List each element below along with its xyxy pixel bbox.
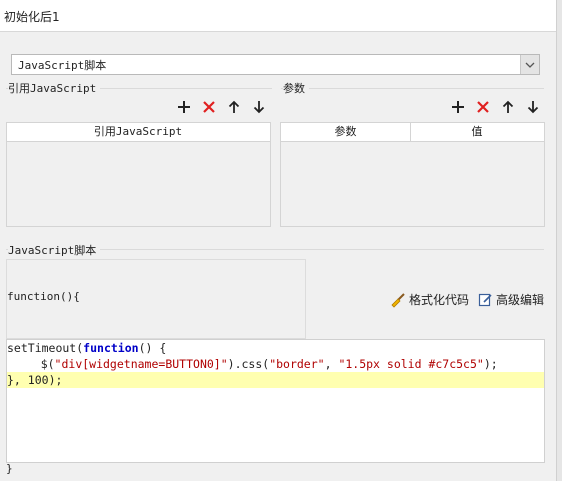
code-line-2: $("div[widgetname=BUTTON0]").css("border… — [13, 357, 498, 371]
move-up-ref-button[interactable] — [225, 98, 243, 116]
move-up-param-button[interactable] — [499, 98, 517, 116]
arrow-up-icon — [228, 100, 240, 113]
script-label: JavaScript脚本 — [8, 242, 101, 258]
add-ref-button[interactable] — [175, 98, 193, 116]
delete-ref-button[interactable] — [200, 98, 218, 116]
title-bar: 初始化后1 — [0, 0, 556, 32]
chevron-down-icon[interactable] — [520, 55, 539, 74]
ref-js-table[interactable]: 引用JavaScript — [6, 122, 271, 227]
broom-icon — [391, 292, 405, 308]
ref-js-label: 引用JavaScript — [8, 80, 101, 96]
plus-icon — [452, 101, 464, 113]
function-header: function(){ — [7, 290, 80, 303]
params-label: 参数 — [283, 80, 309, 96]
table-header: 参数 值 — [281, 123, 544, 142]
add-param-button[interactable] — [449, 98, 467, 116]
advanced-edit-button[interactable]: 高级编辑 — [478, 291, 544, 308]
move-down-param-button[interactable] — [524, 98, 542, 116]
scrollbar[interactable] — [556, 0, 562, 481]
edit-icon — [478, 293, 492, 307]
window-title: 初始化后1 — [4, 10, 60, 24]
column-header[interactable]: 引用JavaScript — [7, 123, 269, 141]
params-table[interactable]: 参数 值 — [280, 122, 545, 227]
param-name-header[interactable]: 参数 — [281, 123, 411, 141]
format-code-label: 格式化代码 — [409, 293, 470, 307]
code-line-1: setTimeout(function() { — [7, 341, 167, 355]
delete-icon — [477, 101, 489, 113]
code-editor[interactable]: setTimeout(function() { $("div[widgetnam… — [6, 339, 545, 463]
code-line-3: }, 100); — [7, 372, 544, 388]
advanced-edit-label: 高级编辑 — [496, 293, 545, 307]
plus-icon — [178, 101, 190, 113]
move-down-ref-button[interactable] — [250, 98, 268, 116]
function-footer: } — [6, 462, 13, 475]
param-value-header[interactable]: 值 — [411, 123, 543, 141]
arrow-down-icon — [527, 101, 539, 114]
script-type-select[interactable]: JavaScript脚本 — [11, 54, 540, 75]
table-header: 引用JavaScript — [7, 123, 270, 142]
delete-param-button[interactable] — [474, 98, 492, 116]
format-code-button[interactable]: 格式化代码 — [390, 291, 469, 308]
arrow-up-icon — [502, 100, 514, 113]
arrow-down-icon — [253, 101, 265, 114]
script-type-value: JavaScript脚本 — [18, 59, 107, 72]
divider — [281, 88, 544, 89]
delete-icon — [203, 101, 215, 113]
